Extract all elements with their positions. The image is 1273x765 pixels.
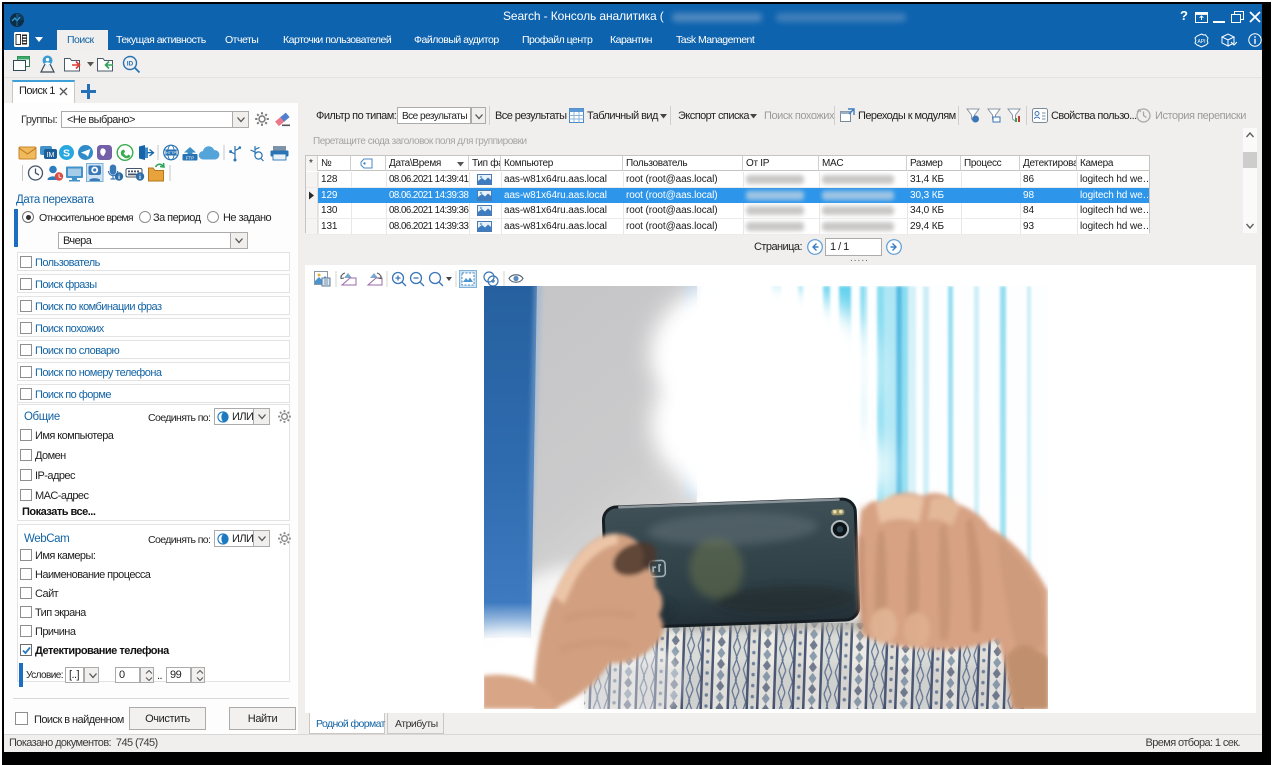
svg-text:API: API [1197, 39, 1205, 45]
svg-text:FTP: FTP [186, 155, 194, 160]
svg-text:S: S [63, 147, 70, 159]
svg-text:i: i [118, 174, 120, 181]
svg-text:ID: ID [127, 61, 134, 68]
svg-text:IM: IM [47, 152, 55, 159]
svg-text:i: i [139, 174, 141, 181]
svg-text:HTTP: HTTP [166, 150, 177, 155]
